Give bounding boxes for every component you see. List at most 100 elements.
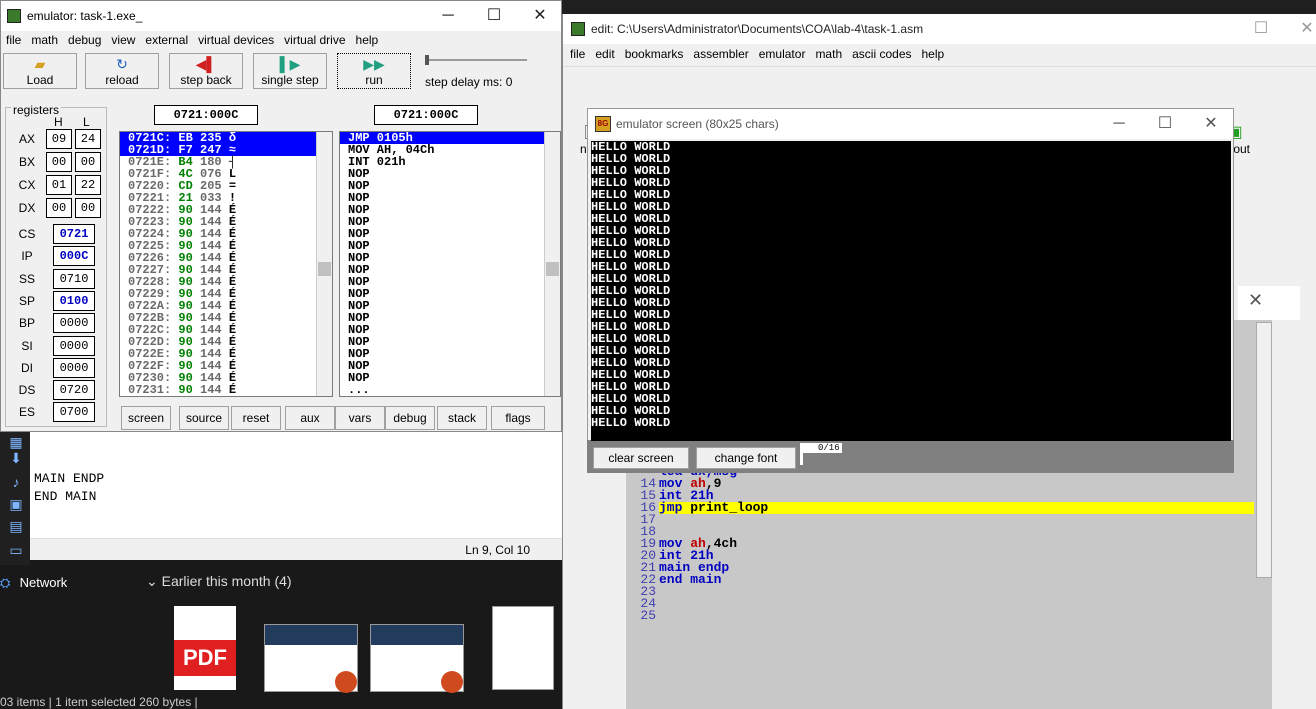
memory-list[interactable]: 0721C: EB 235 δ 0721D: F7 247 ≈0721E: B4 …: [119, 131, 333, 397]
register-sp[interactable]: 0100: [53, 290, 95, 311]
load-button[interactable]: ▰ Load: [3, 53, 77, 89]
register-dx-high[interactable]: 00: [46, 198, 72, 218]
music-icon[interactable]: ♪: [8, 474, 24, 490]
memory-scrollbar[interactable]: [316, 132, 332, 396]
menu-virtual-devices[interactable]: virtual devices: [198, 33, 274, 47]
text-file-thumbnail[interactable]: [492, 606, 554, 690]
menu-assembler[interactable]: assembler: [693, 47, 748, 61]
menu-bookmarks[interactable]: bookmarks: [625, 47, 684, 61]
register-si[interactable]: 0000: [53, 335, 95, 356]
notepad-text[interactable]: MAIN ENDP END MAIN: [34, 470, 104, 506]
register-ds[interactable]: 0720: [53, 380, 95, 401]
run-button[interactable]: ▶▶ run: [337, 53, 411, 89]
step-back-button[interactable]: ◀▌ step back: [169, 53, 243, 89]
slider-thumb[interactable]: [425, 55, 429, 65]
clear-screen-button[interactable]: clear screen: [593, 447, 689, 469]
register-ss[interactable]: 0710: [53, 268, 95, 289]
minimize-icon[interactable]: ─: [425, 1, 471, 31]
pptx-file-thumbnail[interactable]: [264, 624, 358, 693]
close-icon[interactable]: ✕: [1248, 290, 1263, 311]
disasm-address-field[interactable]: 0721:000C: [374, 105, 478, 125]
disasm-row[interactable]: NOP: [340, 324, 560, 336]
menu-debug[interactable]: debug: [68, 33, 101, 47]
maximize-icon[interactable]: ☐: [471, 1, 517, 31]
single-step-button[interactable]: ▌▶ single step: [253, 53, 327, 89]
aux-button[interactable]: aux: [285, 406, 335, 430]
menu-view[interactable]: view: [111, 33, 135, 47]
pptx-file-thumbnail[interactable]: [370, 624, 464, 693]
download-icon[interactable]: ⬇: [8, 450, 24, 466]
menu-emulator[interactable]: emulator: [759, 47, 806, 61]
change-font-button[interactable]: change font: [696, 447, 796, 469]
menu-help[interactable]: help: [922, 47, 945, 61]
disasm-row[interactable]: NOP: [340, 264, 560, 276]
register-bx-high[interactable]: 00: [46, 152, 72, 172]
register-bx-low[interactable]: 00: [75, 152, 101, 172]
disasm-row[interactable]: NOP: [340, 228, 560, 240]
disasm-row[interactable]: NOP: [340, 240, 560, 252]
disasm-row[interactable]: NOP: [340, 276, 560, 288]
memory-address-field[interactable]: 0721:000C: [154, 105, 258, 125]
drive-icon[interactable]: ▭: [8, 542, 24, 558]
disasm-row[interactable]: NOP: [340, 216, 560, 228]
step-delay-slider[interactable]: [427, 59, 527, 61]
register-ax-high[interactable]: 09: [46, 129, 72, 149]
disasm-row[interactable]: NOP: [340, 372, 560, 384]
hidden-window-close[interactable]: ✕: [1238, 286, 1300, 320]
menu-edit[interactable]: edit: [595, 47, 614, 61]
disasm-row[interactable]: NOP: [340, 180, 560, 192]
reload-button[interactable]: ↻ reload: [85, 53, 159, 89]
register-di[interactable]: 0000: [53, 357, 95, 378]
menu-file[interactable]: file: [6, 33, 21, 47]
close-icon[interactable]: ✕: [1284, 14, 1316, 44]
disasm-row[interactable]: NOP: [340, 168, 560, 180]
close-icon[interactable]: ✕: [517, 1, 563, 31]
disasm-row[interactable]: NOP: [340, 348, 560, 360]
disasm-row[interactable]: INT 021h: [340, 156, 560, 168]
menu-math[interactable]: math: [815, 47, 842, 61]
register-cx-high[interactable]: 01: [46, 175, 72, 195]
disasm-row[interactable]: NOP: [340, 288, 560, 300]
disasm-row[interactable]: NOP: [340, 300, 560, 312]
source-button[interactable]: source: [179, 406, 229, 430]
group-header[interactable]: ⌄ Earlier this month (4): [146, 573, 292, 590]
disasm-row[interactable]: NOP: [340, 360, 560, 372]
pictures-icon[interactable]: ▣: [8, 496, 24, 512]
debug-button[interactable]: debug: [385, 406, 435, 430]
reset-button[interactable]: reset: [231, 406, 281, 430]
close-icon[interactable]: ✕: [1188, 109, 1234, 139]
grid-icon[interactable]: ▦: [8, 434, 24, 450]
disasm-scrollbar[interactable]: [544, 132, 560, 396]
register-es[interactable]: 0700: [53, 402, 95, 423]
register-cx-low[interactable]: 22: [75, 175, 101, 195]
register-cs[interactable]: 0721: [53, 224, 95, 244]
register-bp[interactable]: 0000: [53, 313, 95, 334]
disassembly-list[interactable]: JMP 0105h MOV AH, 04Ch INT 021h NOP NOP NOP NO…: [339, 131, 561, 397]
memory-row[interactable]: 07231: 90 144 É: [120, 384, 332, 396]
code-line[interactable]: jmp print_loop: [659, 501, 768, 514]
maximize-icon[interactable]: ☐: [1142, 109, 1188, 139]
notepad-editor[interactable]: MAIN ENDP END MAIN: [30, 430, 562, 538]
flags-button[interactable]: flags: [491, 406, 545, 430]
register-ip[interactable]: 000C: [53, 246, 95, 267]
disasm-row[interactable]: NOP: [340, 336, 560, 348]
stack-button[interactable]: stack: [437, 406, 487, 430]
menu-external[interactable]: external: [145, 33, 188, 47]
menu-help[interactable]: help: [356, 33, 379, 47]
screen-button[interactable]: screen: [121, 406, 171, 430]
disasm-row[interactable]: ...: [340, 384, 560, 396]
menu-math[interactable]: math: [31, 33, 58, 47]
disasm-row[interactable]: NOP: [340, 204, 560, 216]
minimize-icon[interactable]: ─: [1096, 109, 1142, 139]
menu-virtual-drive[interactable]: virtual drive: [284, 33, 345, 47]
disasm-row[interactable]: NOP: [340, 192, 560, 204]
vars-button[interactable]: vars: [335, 406, 385, 430]
pdf-file-thumbnail[interactable]: PDF: [174, 606, 236, 690]
maximize-icon[interactable]: ☐: [1238, 14, 1284, 44]
register-ax-low[interactable]: 24: [75, 129, 101, 149]
nav-network[interactable]: ⛭ Network: [0, 575, 67, 591]
code-line[interactable]: end main: [659, 573, 721, 586]
videos-icon[interactable]: ▤: [8, 518, 24, 534]
disasm-row[interactable]: NOP: [340, 312, 560, 324]
menu-ascii-codes[interactable]: ascii codes: [852, 47, 911, 61]
